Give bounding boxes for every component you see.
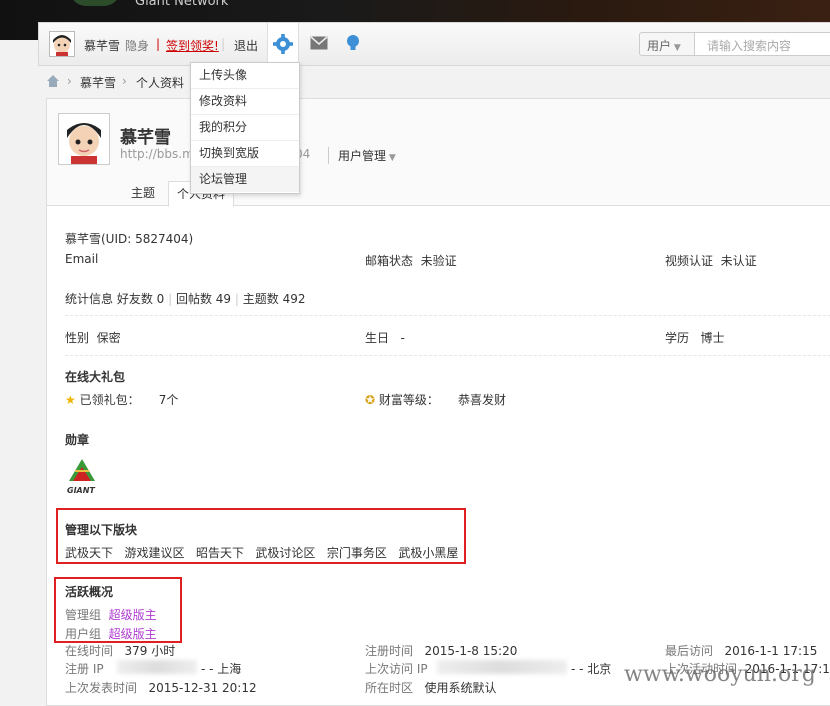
- redacted-ip: [117, 660, 197, 674]
- divider: [65, 355, 830, 356]
- email-label: Email: [65, 252, 99, 266]
- gift-title: 在线大礼包: [65, 370, 126, 384]
- logout-link[interactable]: 退出: [234, 37, 258, 54]
- separator: |: [156, 37, 161, 51]
- wealth-value: 恭喜发财: [457, 393, 506, 407]
- gift-value: 7个: [158, 393, 179, 407]
- search-scope-select[interactable]: 用户 ▼: [639, 32, 695, 56]
- star-icon: ★: [65, 393, 76, 407]
- online-time-value: 379 小时: [124, 644, 176, 658]
- home-icon[interactable]: [46, 74, 60, 91]
- profile-url[interactable]: http://bbs.m: [120, 147, 194, 161]
- online-time-label: 在线时间: [65, 644, 114, 658]
- menu-item-forum-admin[interactable]: 论坛管理: [191, 167, 299, 192]
- reg-ip-value: - - 上海: [201, 662, 242, 676]
- wealth-label: 财富等级：: [378, 393, 439, 407]
- signin-link[interactable]: 签到领奖!: [166, 37, 219, 54]
- birthday-value: -: [400, 331, 405, 345]
- menu-item-upload-avatar[interactable]: 上传头像: [191, 63, 299, 89]
- settings-button[interactable]: [267, 23, 299, 66]
- topics-count[interactable]: 主题数 492: [243, 292, 306, 306]
- divider: [65, 315, 830, 316]
- birthday-label: 生日: [365, 331, 390, 345]
- timezone-value: 使用系统默认: [424, 681, 497, 695]
- separator: |: [221, 37, 226, 51]
- video-auth-value: 未认证: [720, 254, 757, 268]
- last-post-value: 2015-12-31 20:12: [148, 681, 257, 695]
- gear-icon: [273, 34, 293, 54]
- medal-logo-text: GIANT: [67, 486, 95, 495]
- user-manage-dropdown[interactable]: 用户管理 ▼: [328, 147, 396, 164]
- video-auth-label: 视频认证: [665, 254, 714, 268]
- menu-item-switch-wide[interactable]: 切换到宽版: [191, 141, 299, 167]
- last-visit-value: 2016-1-1 17:15: [724, 644, 818, 658]
- site-logo: [70, 0, 120, 6]
- gender-label: 性别: [65, 331, 90, 345]
- last-visit-label: 最后访问: [665, 644, 714, 658]
- highlight-box: [56, 508, 466, 564]
- settings-dropdown-menu: 上传头像 修改资料 我的积分 切换到宽版 论坛管理: [190, 62, 300, 194]
- chevron-right-icon: ›: [122, 74, 127, 88]
- breadcrumb-user[interactable]: 慕芊雪: [80, 74, 116, 91]
- user-toolbar: 慕芊雪 隐身 | 签到领奖! | 退出 用户 ▼ 请输入搜索内容: [38, 22, 830, 66]
- username-link[interactable]: 慕芊雪: [84, 37, 120, 54]
- education-label: 学历: [665, 331, 690, 345]
- medal-title: 勋章: [65, 433, 90, 447]
- medal-ribbon-icon: ✪: [365, 393, 376, 407]
- avatar[interactable]: [58, 113, 110, 165]
- profile-name: 慕芊雪: [120, 128, 171, 148]
- mail-icon[interactable]: [310, 36, 328, 53]
- chevron-right-icon: ›: [67, 74, 72, 88]
- highlight-box: [54, 577, 182, 643]
- redacted-ip: [437, 660, 567, 674]
- tab-topics[interactable]: 主题: [123, 181, 163, 205]
- profile-panel: 慕芊雪 http://bbs.m 04 用户管理 ▼ 主题 个人资料 慕芊雪(U…: [46, 98, 830, 706]
- uid-line: 慕芊雪(UID: 5827404): [65, 232, 194, 246]
- reg-time-value: 2015-1-8 15:20: [424, 644, 518, 658]
- brand-text: Giant Network: [135, 0, 229, 9]
- mail-status-value: 未验证: [420, 254, 457, 268]
- invisible-toggle[interactable]: 隐身: [125, 37, 149, 54]
- last-ip-value: - - 北京: [571, 662, 612, 676]
- mail-status-label: 邮箱状态: [365, 254, 414, 268]
- replies-count[interactable]: 回帖数 49: [176, 292, 231, 306]
- breadcrumb-profile: 个人资料: [136, 76, 185, 90]
- profile-header: 慕芊雪 http://bbs.m 04 用户管理 ▼ 主题 个人资料: [47, 99, 830, 207]
- timezone-label: 所在时区: [365, 681, 414, 695]
- menu-item-my-credits[interactable]: 我的积分: [191, 115, 299, 141]
- watermark: www.wooyun.org: [624, 662, 816, 687]
- education-value: 博士: [700, 331, 725, 345]
- friends-count[interactable]: 好友数 0: [117, 292, 164, 306]
- avatar[interactable]: [49, 31, 75, 57]
- search-input[interactable]: 请输入搜索内容: [695, 32, 830, 56]
- reg-ip-label: 注册 IP: [65, 662, 104, 676]
- stats-label: 统计信息: [65, 292, 114, 306]
- menu-item-edit-profile[interactable]: 修改资料: [191, 89, 299, 115]
- giant-medal-icon[interactable]: GIANT: [65, 457, 99, 500]
- last-ip-label: 上次访问 IP: [365, 662, 428, 676]
- gender-value: 保密: [96, 331, 121, 345]
- gift-label: 已领礼包：: [79, 393, 140, 407]
- notification-bulb-icon[interactable]: [346, 34, 360, 55]
- reg-time-label: 注册时间: [365, 644, 414, 658]
- last-post-label: 上次发表时间: [65, 681, 138, 695]
